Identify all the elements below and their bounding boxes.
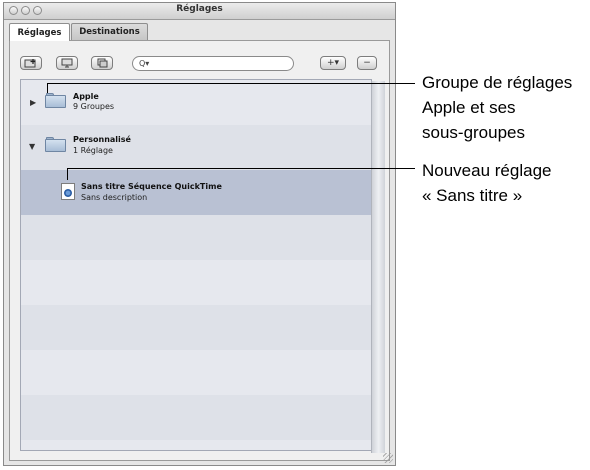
duplicate-icon [97, 58, 108, 68]
tab-reglages[interactable]: Réglages [9, 23, 70, 41]
title-bar: Réglages [4, 3, 395, 20]
new-folder-icon [24, 59, 36, 68]
new-group-button[interactable] [20, 56, 42, 70]
callout-leader-vertical [67, 168, 68, 180]
list-item-personnalise[interactable]: ▼ Personnalisé 1 Réglage [21, 125, 371, 170]
add-setting-button[interactable]: +▾ [320, 56, 346, 70]
settings-list: ▶ Apple 9 Groupes ▼ Personnalisé 1 Régla… [20, 79, 372, 451]
quicktime-document-icon [61, 183, 75, 200]
row-subtitle: 9 Groupes [73, 102, 115, 111]
row-name: Apple [73, 92, 99, 101]
tab-destinations[interactable]: Destinations [71, 23, 148, 40]
row-subtitle: Sans description [81, 193, 148, 202]
row-name: Sans titre Séquence QuickTime [81, 182, 222, 191]
duplicate-button[interactable] [91, 56, 113, 70]
row-subtitle: 1 Réglage [73, 146, 113, 155]
list-item-apple[interactable]: ▶ Apple 9 Groupes [21, 80, 371, 125]
settings-panel: Q▾ +▾ − ▶ Apple 9 Groupes ▼ Personnalisé… [9, 40, 390, 461]
settings-action-button[interactable] [56, 56, 78, 70]
callout-leader-horizontal [47, 83, 415, 84]
window-title: Réglages [176, 4, 223, 14]
callout-apple-group: Groupe de réglages Apple et ses sous-gro… [422, 73, 573, 142]
list-item-sans-titre[interactable]: Sans titre Séquence QuickTime Sans descr… [21, 170, 371, 215]
search-input[interactable]: Q▾ [132, 56, 294, 71]
resize-handle[interactable] [383, 453, 393, 463]
folder-icon [45, 137, 66, 152]
callout-leader-vertical [47, 83, 48, 93]
row-name: Personnalisé [73, 135, 131, 144]
vertical-scrollbar[interactable] [371, 81, 385, 453]
disclosure-triangle-collapsed[interactable]: ▶ [30, 98, 36, 107]
remove-setting-button[interactable]: − [357, 56, 377, 70]
disclosure-triangle-expanded[interactable]: ▼ [29, 142, 35, 151]
settings-window: Réglages Réglages Destinations Q▾ +▾ − ▶… [3, 2, 396, 466]
folder-icon [45, 93, 66, 108]
callout-new-setting: Nouveau réglage « Sans titre » [422, 161, 552, 205]
monitor-icon [61, 58, 73, 68]
callout-leader-horizontal [67, 168, 415, 169]
search-icon: Q▾ [139, 59, 150, 68]
